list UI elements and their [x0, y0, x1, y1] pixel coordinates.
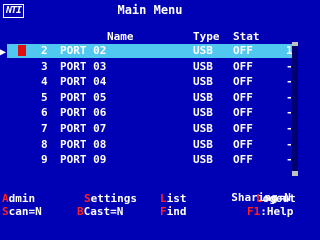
- port-name: PORT 09: [60, 153, 107, 167]
- port-row[interactable]: 7 PORT 07 USB OFF -: [7, 122, 294, 136]
- port-status: OFF: [233, 44, 253, 57]
- port-row[interactable]: 5 PORT 05 USB OFF -: [7, 91, 294, 105]
- bcast-label: Cast=N: [83, 205, 124, 218]
- port-name: PORT 08: [60, 137, 107, 151]
- port-type: USB: [193, 122, 213, 135]
- scan-menu-item[interactable]: Scan=N: [2, 206, 42, 218]
- port-name: PORT 05: [60, 90, 107, 104]
- selected-marker-icon: [18, 45, 26, 56]
- list-menu-item[interactable]: List: [160, 193, 187, 205]
- port-status: OFF: [233, 90, 253, 104]
- port-type: USB: [193, 75, 213, 89]
- port-status: OFF: [233, 122, 253, 135]
- port-status: OFF: [233, 106, 253, 120]
- port-row[interactable]: 8 PORT 08 USB OFF -: [7, 138, 294, 152]
- port-status: OFF: [233, 153, 253, 167]
- port-type: USB: [193, 106, 213, 120]
- bcast-hotkey: B: [77, 205, 84, 218]
- port-number: 3: [41, 59, 48, 73]
- list-hotkey: L: [160, 192, 167, 205]
- port-type: USB: [193, 153, 213, 167]
- port-name: PORT 03: [60, 59, 107, 73]
- admin-hotkey: A: [2, 192, 9, 205]
- bcast-menu-item[interactable]: BCast=N: [77, 206, 123, 218]
- port-status: OFF: [233, 59, 253, 73]
- find-label: ind: [166, 205, 187, 218]
- port-number: 6: [41, 106, 48, 120]
- admin-menu-item[interactable]: Admin: [2, 193, 35, 205]
- logout-hotkey: L: [256, 192, 263, 205]
- port-name: PORT 07: [60, 122, 107, 135]
- port-number: 9: [41, 153, 48, 167]
- port-row[interactable]: 9 PORT 09 USB OFF -: [7, 153, 294, 167]
- port-number: 8: [41, 137, 48, 151]
- column-header-type: Type: [193, 30, 220, 43]
- port-type: USB: [193, 90, 213, 104]
- port-type: USB: [193, 137, 213, 151]
- port-row[interactable]: 6 PORT 06 USB OFF -: [7, 106, 294, 120]
- port-row[interactable]: 2 PORT 02 USB OFF 1: [7, 44, 294, 58]
- column-header-status: Stat: [233, 30, 260, 43]
- port-type: USB: [193, 44, 213, 57]
- port-type: USB: [193, 59, 213, 73]
- port-row[interactable]: 3 PORT 03 USB OFF -: [7, 60, 294, 74]
- port-name: PORT 02: [60, 44, 107, 57]
- selection-arrow-icon: ▶: [0, 47, 7, 58]
- scrollbar[interactable]: [292, 46, 298, 176]
- settings-label: ettings: [90, 192, 137, 205]
- scan-hotkey: S: [2, 205, 9, 218]
- port-status: OFF: [233, 137, 253, 151]
- scan-label: can=N: [8, 205, 42, 218]
- find-menu-item[interactable]: Find: [160, 206, 187, 218]
- list-label: ist: [166, 192, 187, 205]
- port-name: PORT 04: [60, 75, 107, 89]
- port-row[interactable]: 4 PORT 04 USB OFF -: [7, 75, 294, 89]
- scroll-down-button[interactable]: [292, 171, 298, 176]
- help-label: :Help: [260, 205, 294, 218]
- help-hotkey: F1: [247, 205, 261, 218]
- logout-menu-item[interactable]: Logout: [256, 193, 296, 205]
- logout-label: ogout: [262, 192, 296, 205]
- find-hotkey: F: [160, 205, 167, 218]
- page-title: Main Menu: [117, 3, 183, 17]
- settings-hotkey: S: [84, 192, 91, 205]
- port-number: 5: [41, 90, 48, 104]
- port-number: 2: [41, 44, 48, 57]
- help-menu-item[interactable]: F1:Help: [247, 206, 293, 218]
- port-number: 4: [41, 75, 48, 89]
- port-name: PORT 06: [60, 106, 107, 120]
- admin-label: dmin: [8, 192, 36, 205]
- port-status: OFF: [233, 75, 253, 89]
- column-header-name: Name: [107, 30, 134, 43]
- settings-menu-item[interactable]: Settings: [84, 193, 137, 205]
- port-number: 7: [41, 122, 48, 135]
